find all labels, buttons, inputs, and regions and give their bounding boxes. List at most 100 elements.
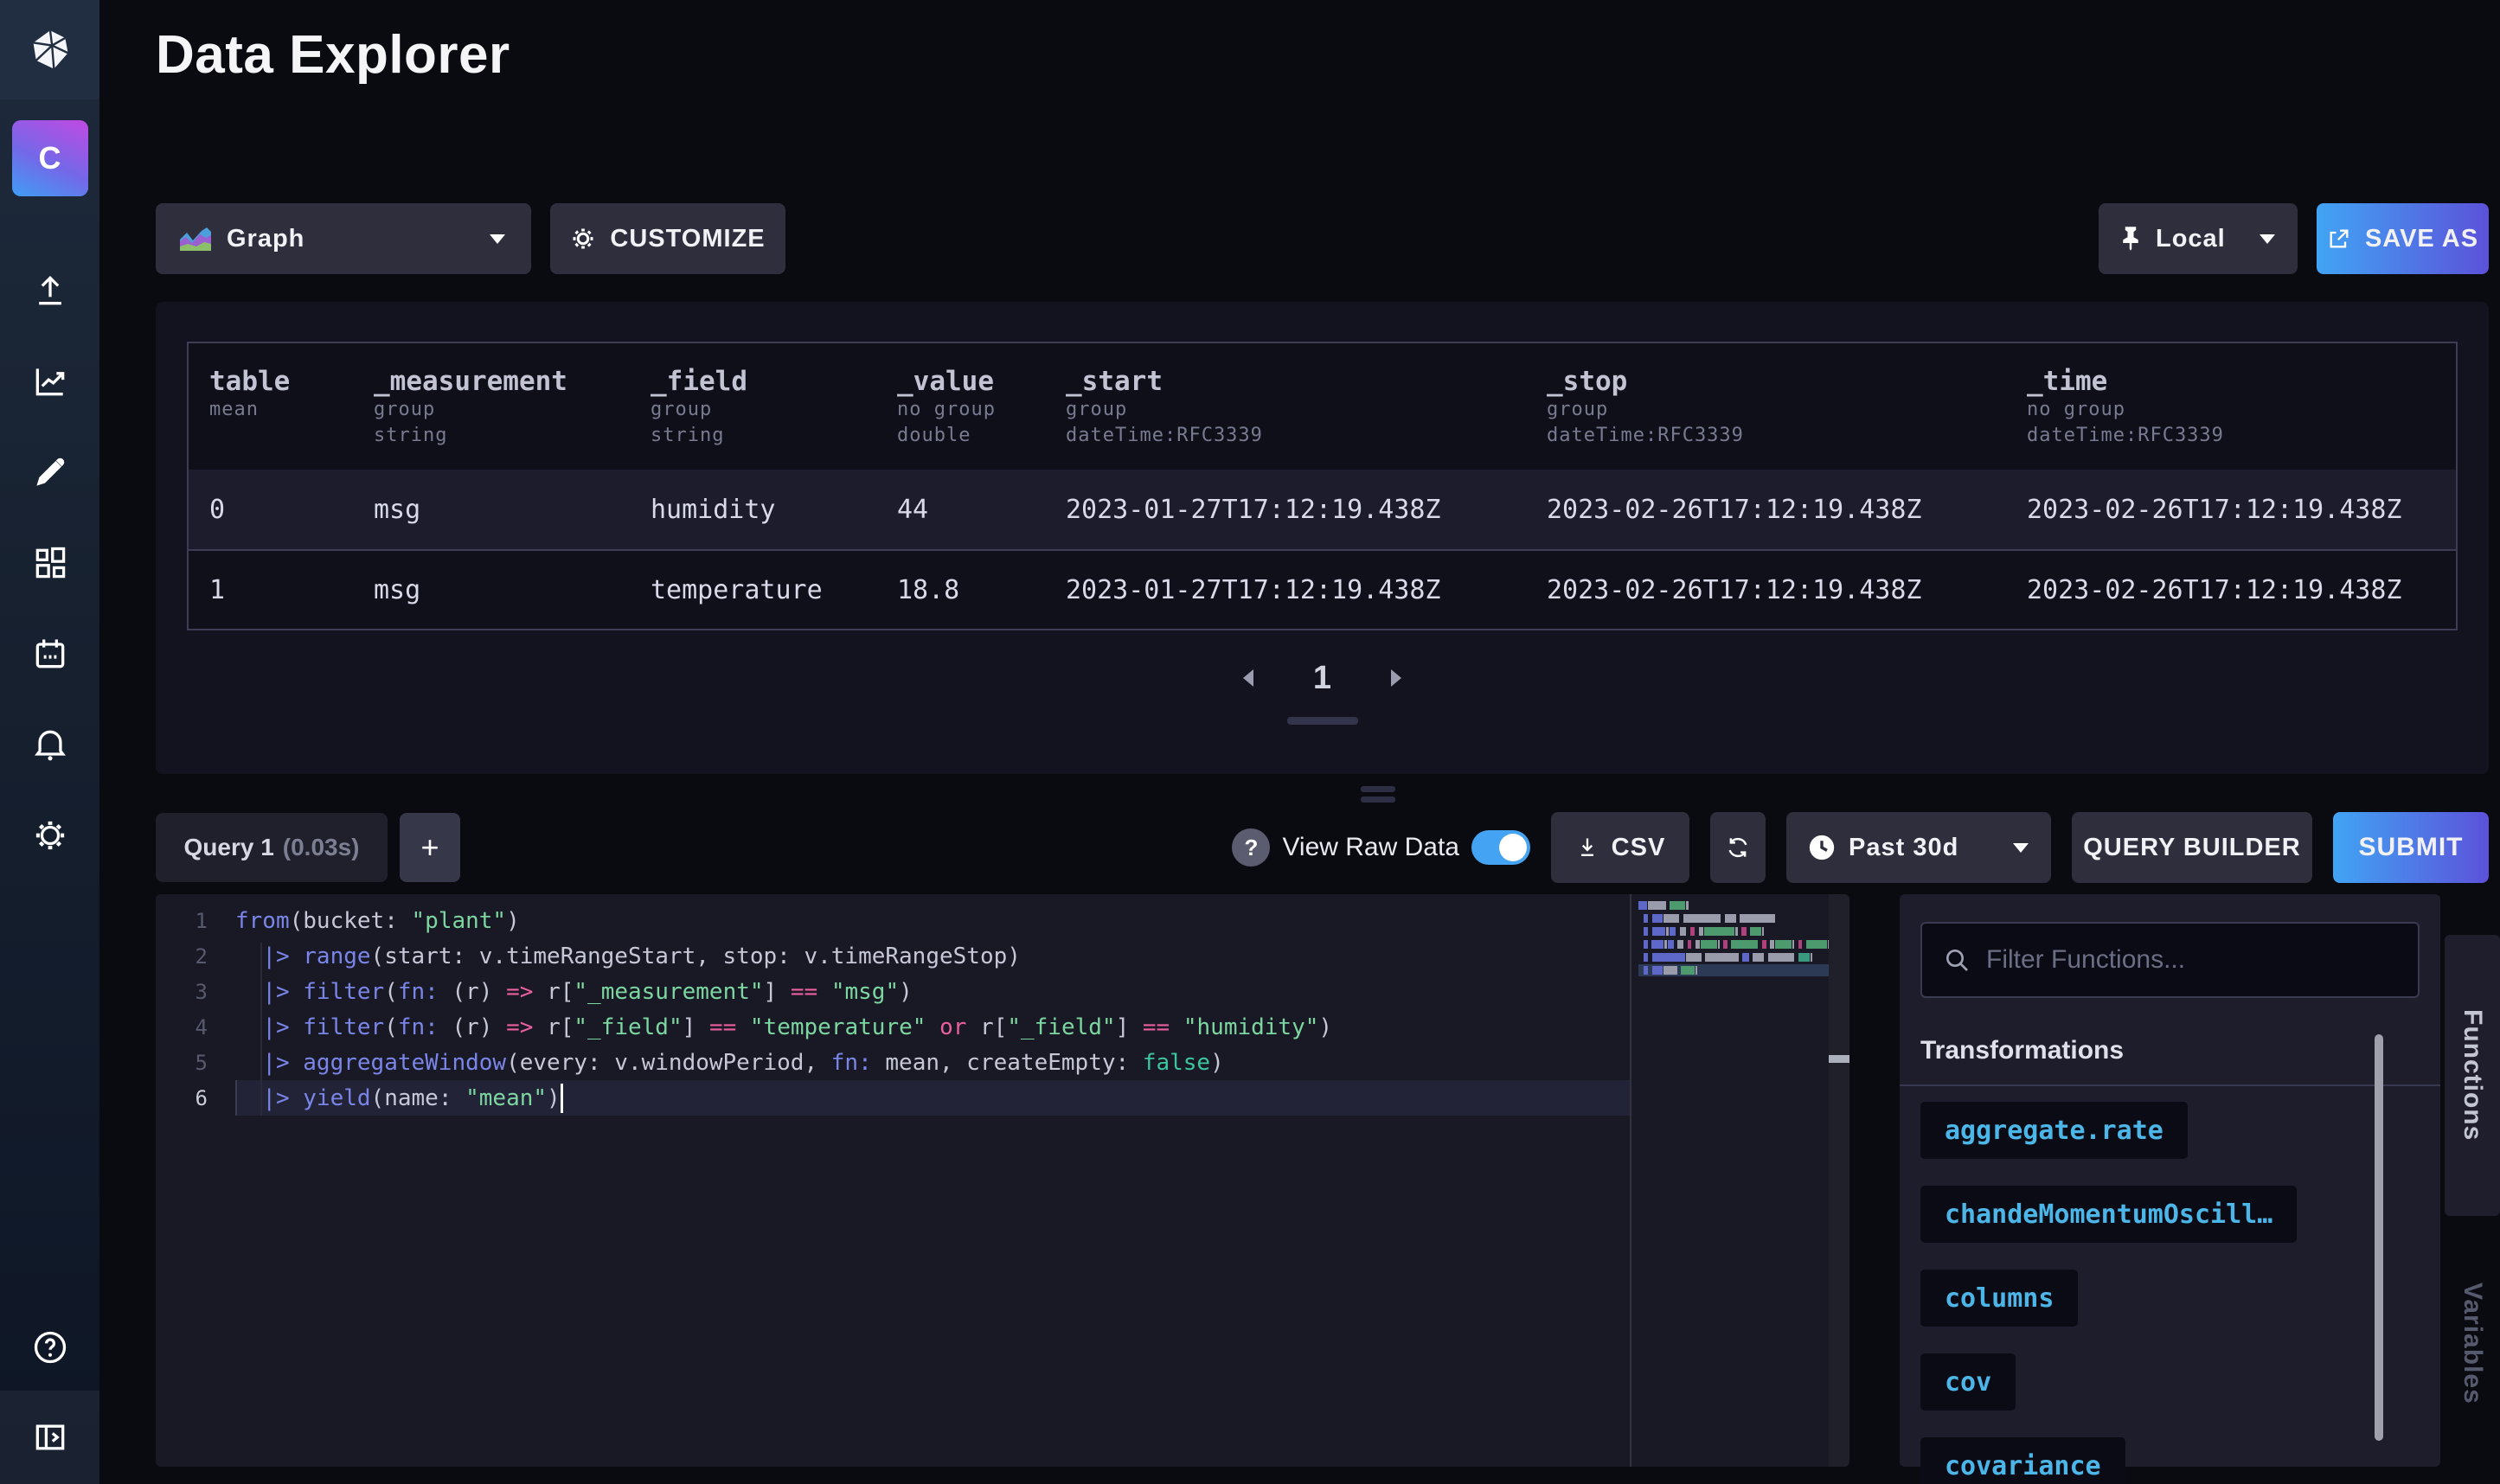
code-token: mean, createEmpty:: [872, 1050, 1143, 1076]
save-location-label: Local: [2156, 225, 2226, 253]
column-sublabel: no group: [2027, 397, 2456, 423]
code-content: |> filter(fn: (r) => r["_field"] == "tem…: [235, 1009, 1630, 1045]
code-token: fn:: [398, 1014, 439, 1040]
code-token: =>: [506, 979, 533, 1005]
table-cell: 44: [876, 495, 1045, 525]
panel-resize-handle[interactable]: [1361, 786, 1395, 803]
sidebar-collapse[interactable]: [0, 1391, 99, 1484]
function-chip[interactable]: aggregate.rate: [1920, 1102, 2188, 1159]
column-sublabel: double: [897, 423, 1045, 449]
submit-button[interactable]: SUBMIT: [2333, 812, 2489, 883]
table-scroll-indicator[interactable]: [1287, 717, 1358, 725]
minimap-line: [1638, 966, 1830, 975]
code-token: r[: [533, 979, 574, 1005]
table-cell: 2023-02-26T17:12:19.438Z: [1526, 575, 2006, 605]
table-header-cell: _timeno groupdateTime:RFC3339: [2006, 366, 2456, 449]
column-name: table: [209, 366, 353, 397]
next-page-icon[interactable]: [1388, 667, 1404, 689]
query-bar: Query 1 (0.03s) + ? View Raw Data CSV: [156, 813, 2489, 882]
save-as-label: SAVE AS: [2365, 225, 2478, 253]
line-number: 6: [156, 1086, 235, 1110]
line-number: 3: [156, 980, 235, 1004]
code-line[interactable]: 2 |> range(start: v.timeRangeStart, stop…: [156, 938, 1849, 974]
table-cell: temperature: [630, 575, 876, 605]
search-icon: [1943, 946, 1971, 974]
refresh-button[interactable]: [1710, 812, 1766, 883]
query-tab[interactable]: Query 1 (0.03s): [156, 813, 388, 882]
code-token: "_field": [574, 1014, 682, 1040]
sidebar-item-tasks[interactable]: [0, 608, 99, 699]
graph-line-icon: [31, 362, 69, 400]
editor-scrollbar-handle[interactable]: [1829, 1055, 1849, 1063]
functions-scrollbar[interactable]: [2375, 1034, 2383, 1441]
code-token: ==: [709, 1014, 736, 1040]
app-logo[interactable]: [0, 0, 99, 99]
save-as-button[interactable]: SAVE AS: [2317, 203, 2489, 274]
table-header-cell: _fieldgroupstring: [630, 366, 876, 449]
editor-scrollbar[interactable]: [1829, 894, 1849, 1467]
sidebar-item-upload-data[interactable]: [0, 245, 99, 336]
code-content: |> yield(name: "mean"): [235, 1080, 1630, 1116]
code-line[interactable]: 6 |> yield(name: "mean"): [156, 1080, 1849, 1116]
code-token: [235, 1085, 262, 1111]
sidebar-item-help[interactable]: [0, 1304, 99, 1391]
add-query-button[interactable]: +: [400, 813, 460, 882]
code-line[interactable]: 1from(bucket: "plant"): [156, 903, 1849, 938]
code-token: [1170, 1014, 1183, 1040]
code-line[interactable]: 3 |> filter(fn: (r) => r["_measurement"]…: [156, 974, 1849, 1009]
table-header-cell: tablemean: [189, 366, 353, 449]
chevron-down-icon: [488, 233, 507, 245]
view-raw-help-icon[interactable]: ?: [1232, 828, 1270, 867]
column-sublabel: no group: [897, 397, 1045, 423]
raw-data-table: tablemean_measurementgroupstring_fieldgr…: [187, 342, 2458, 630]
code-token: ): [899, 979, 913, 1005]
code-token: (bucket:: [290, 908, 412, 934]
sidebar-item-dashboards[interactable]: [0, 517, 99, 608]
view-type-label: Graph: [227, 225, 304, 253]
filter-functions-search[interactable]: [1920, 922, 2420, 998]
code-line[interactable]: 4 |> filter(fn: (r) => r["_field"] == "t…: [156, 1009, 1849, 1045]
csv-download-button[interactable]: CSV: [1551, 812, 1689, 883]
query-builder-button[interactable]: QUERY BUILDER: [2072, 812, 2312, 883]
tab-functions[interactable]: Functions: [2445, 935, 2500, 1216]
pin-icon: [2119, 226, 2142, 252]
prev-page-icon[interactable]: [1240, 667, 1256, 689]
view-raw-toggle[interactable]: [1471, 830, 1530, 865]
code-token: (start: v.timeRangeStart, stop: v.timeRa…: [371, 943, 1021, 969]
table-row[interactable]: 0msghumidity442023-01-27T17:12:19.438Z20…: [189, 470, 2456, 549]
clock-icon: [1807, 833, 1837, 862]
code-content: |> filter(fn: (r) => r["_measurement"] =…: [235, 974, 1630, 1009]
editor-row: 1from(bucket: "plant")2 |> range(start: …: [156, 894, 2500, 1467]
tab-variables[interactable]: Variables: [2445, 1255, 2500, 1432]
code-line[interactable]: 5 |> aggregateWindow(every: v.windowPeri…: [156, 1045, 1849, 1080]
table-cell: 0: [189, 495, 353, 525]
download-icon: [1575, 835, 1599, 860]
code-token: "plant": [412, 908, 507, 934]
table-cell: 2023-02-26T17:12:19.438Z: [1526, 495, 2006, 525]
sidebar-item-alerts[interactable]: [0, 699, 99, 790]
code-token: "mean": [465, 1085, 547, 1111]
sidebar-nav: [0, 245, 99, 880]
customize-button[interactable]: CUSTOMIZE: [550, 203, 785, 274]
functions-section-title: Transformations: [1920, 1036, 2420, 1065]
time-range-dropdown[interactable]: Past 30d: [1786, 812, 2051, 883]
function-chip[interactable]: cov: [1920, 1353, 2016, 1410]
filter-functions-input[interactable]: [1986, 945, 2397, 975]
sidebar-item-notebooks[interactable]: [0, 426, 99, 517]
save-location-dropdown[interactable]: Local: [2099, 203, 2298, 274]
code-token: [235, 979, 262, 1005]
view-type-dropdown[interactable]: Graph: [156, 203, 531, 274]
function-chip[interactable]: columns: [1920, 1270, 2078, 1327]
sidebar-item-settings[interactable]: [0, 790, 99, 880]
function-chip[interactable]: chandeMomentumOscill…: [1920, 1186, 2297, 1243]
sidebar-item-data-explorer[interactable]: [0, 336, 99, 426]
flux-code-editor[interactable]: 1from(bucket: "plant")2 |> range(start: …: [156, 894, 1849, 1467]
code-token: ]: [764, 979, 791, 1005]
table-row[interactable]: 1msgtemperature18.82023-01-27T17:12:19.4…: [189, 549, 2456, 629]
line-number: 1: [156, 909, 235, 933]
editor-minimap[interactable]: [1638, 901, 1830, 979]
query-tab-duration: (0.03s): [283, 834, 360, 861]
function-chip[interactable]: covariance: [1920, 1437, 2125, 1484]
org-avatar[interactable]: C: [12, 120, 88, 196]
pagination: 1: [187, 656, 2458, 700]
